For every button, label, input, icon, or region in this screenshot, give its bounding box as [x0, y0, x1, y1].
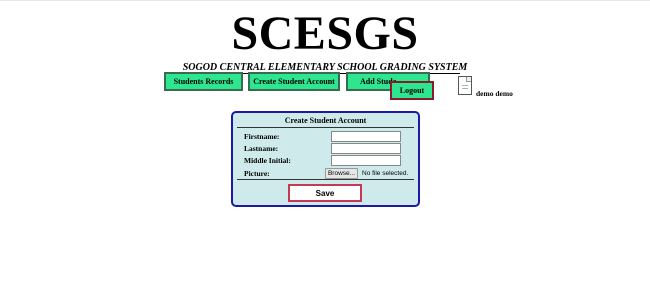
image-placeholder-line — [462, 88, 468, 89]
browse-file-button[interactable]: Browse... — [325, 168, 358, 179]
students-records-button[interactable]: Students Records — [164, 72, 243, 91]
middle-initial-label: Middle Initial: — [244, 156, 291, 165]
user-name: demo demo — [476, 89, 513, 98]
logout-button[interactable]: Logout — [390, 81, 434, 100]
page-fold — [466, 77, 471, 82]
lastname-input[interactable] — [331, 143, 401, 154]
panel-divider — [237, 179, 414, 180]
picture-label: Picture: — [244, 169, 270, 178]
save-button[interactable]: Save — [288, 184, 362, 202]
create-student-account-button[interactable]: Create Student Account — [248, 72, 340, 91]
firstname-input[interactable] — [331, 131, 401, 142]
app-title: SCESGS — [231, 7, 419, 60]
firstname-label: Firstname: — [244, 132, 280, 141]
lastname-label: Lastname: — [244, 144, 279, 153]
image-placeholder-line — [462, 85, 468, 86]
panel-divider — [237, 127, 414, 128]
panel-title: Create Student Account — [284, 116, 367, 125]
middle-initial-input[interactable] — [331, 155, 401, 166]
create-student-account-panel: Create Student Account Firstname: Lastna… — [231, 111, 420, 207]
broken-image-icon — [458, 76, 472, 95]
file-status-text: No file selected. — [362, 170, 409, 177]
browser-top-bar — [0, 0, 650, 1]
